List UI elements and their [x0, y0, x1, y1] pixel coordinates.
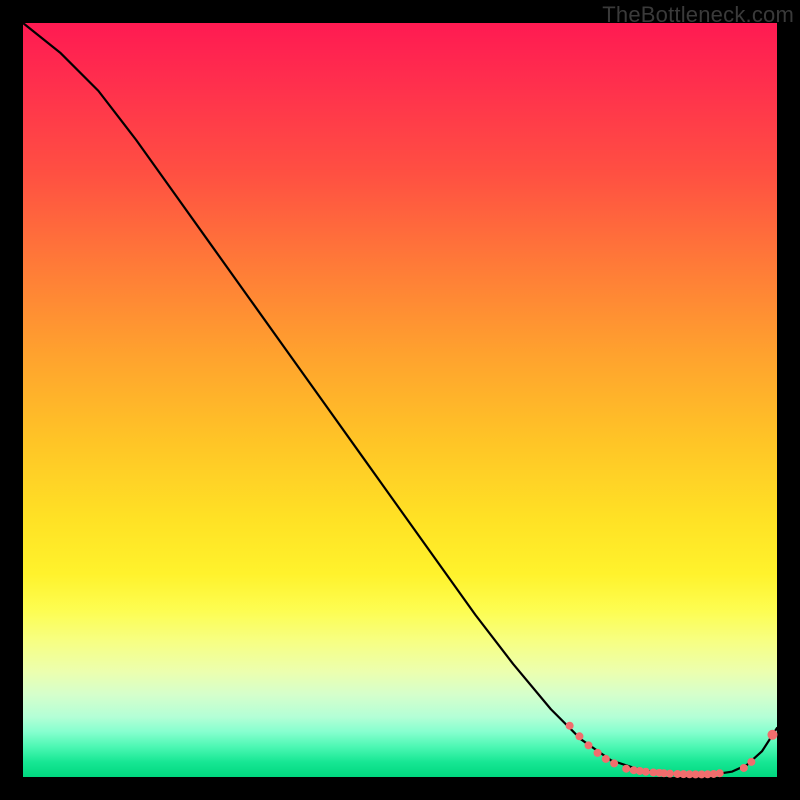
curve-marker — [747, 758, 755, 766]
marker-group — [566, 722, 778, 779]
curve-marker — [602, 755, 610, 763]
curve-marker — [642, 768, 650, 776]
curve-marker — [566, 722, 574, 730]
chart-stage: TheBottleneck.com — [0, 0, 800, 800]
curve-marker — [767, 730, 777, 740]
curve-marker — [666, 770, 674, 778]
curve-marker — [622, 765, 630, 773]
curve-marker — [575, 732, 583, 740]
curve-marker — [585, 741, 593, 749]
curve-marker — [610, 759, 618, 767]
curve-marker — [594, 749, 602, 757]
plot-area — [23, 23, 777, 777]
curve-marker — [716, 769, 724, 777]
curve-path — [23, 23, 777, 775]
chart-svg — [23, 23, 777, 777]
curve-marker — [740, 764, 748, 772]
